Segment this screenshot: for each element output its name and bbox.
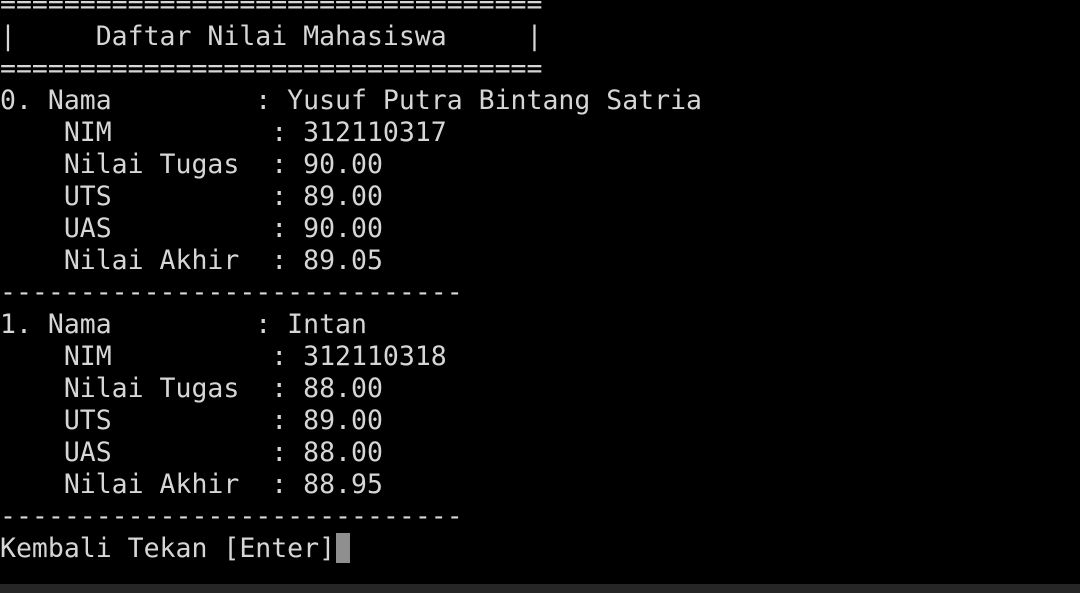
student-1-nilai-akhir: Nilai Akhir : 88.95	[0, 469, 383, 500]
student-0-uas: UAS : 90.00	[0, 213, 383, 244]
student-1-nim: NIM : 312110318	[0, 341, 447, 372]
student-0-uts: UTS : 89.00	[0, 181, 383, 212]
header-border-bottom: ==================================	[0, 53, 543, 84]
bottom-bar	[0, 584, 1080, 593]
student-1-nilai-tugas: Nilai Tugas : 88.00	[0, 373, 383, 404]
prompt-line[interactable]: Kembali Tekan [Enter]	[0, 533, 1080, 565]
student-0-nim: NIM : 312110317	[0, 117, 447, 148]
student-1-name: 1. Nama : Intan	[0, 309, 367, 340]
student-0-nilai-tugas: Nilai Tugas : 90.00	[0, 149, 383, 180]
student-1-uas: UAS : 88.00	[0, 437, 383, 468]
header-title: | Daftar Nilai Mahasiswa |	[0, 21, 543, 52]
text-cursor	[336, 533, 351, 563]
student-0-name: 0. Nama : Yusuf Putra Bintang Satria	[0, 85, 702, 116]
student-1-uts: UTS : 89.00	[0, 405, 383, 436]
prompt-text: Kembali Tekan [Enter]	[0, 533, 336, 564]
separator-0: -----------------------------	[0, 277, 463, 308]
student-0-nilai-akhir: Nilai Akhir : 89.05	[0, 245, 383, 276]
terminal-window[interactable]: ================================== | Daf…	[0, 0, 1080, 582]
separator-1: -----------------------------	[0, 501, 463, 532]
header-border-top: ==================================	[0, 0, 543, 20]
